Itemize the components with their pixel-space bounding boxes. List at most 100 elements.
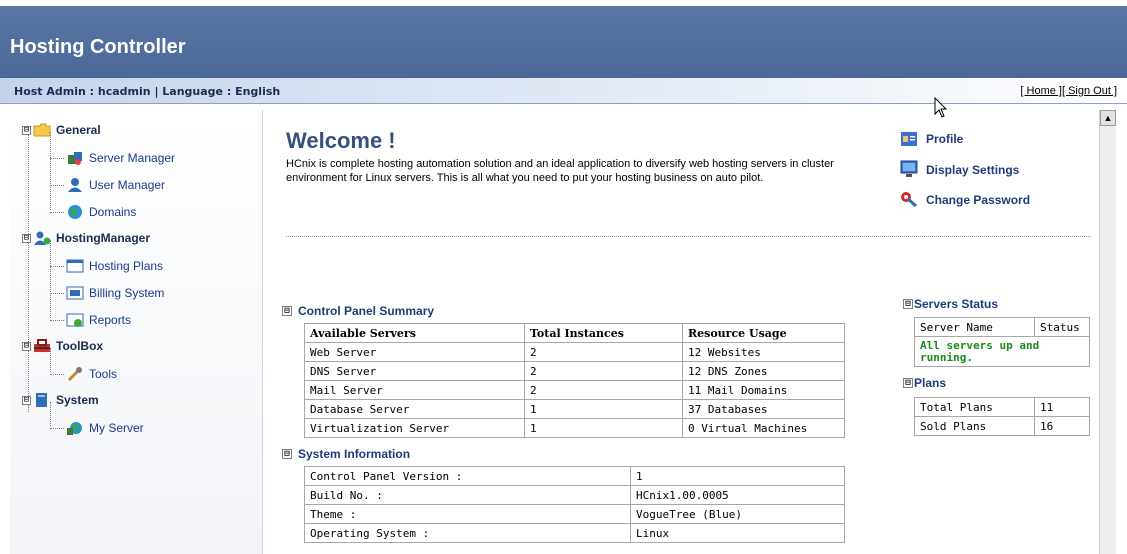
- hosting-manager-icon: [33, 230, 51, 246]
- tree-group-hostingmanager[interactable]: ⊟ HostingManager: [22, 230, 150, 246]
- tree-line: [28, 132, 29, 412]
- user-icon: [66, 177, 84, 193]
- table-cell: 37 Databases: [682, 399, 845, 419]
- sidebar-item-label: Tools: [89, 367, 118, 381]
- table-row: Sold Plans 16: [914, 416, 1090, 436]
- tree-line: [50, 320, 64, 321]
- table-row: Virtualization Server 1 0 Virtual Machin…: [304, 418, 845, 438]
- app-header: Hosting Controller: [0, 6, 1127, 78]
- table-cell: Operating System :: [304, 523, 631, 543]
- control-panel-summary-heading[interactable]: ⊟ Control Panel Summary: [282, 304, 434, 318]
- system-icon: [33, 392, 51, 408]
- top-links: [ Home ][ Sign Out ]: [1020, 85, 1117, 97]
- quick-link-label: Change Password: [926, 193, 1031, 207]
- table-row: Total Plans 11: [914, 397, 1090, 417]
- quick-link-label: Display Settings: [926, 163, 1020, 177]
- sidebar-item-label: Reports: [89, 313, 132, 327]
- intro-text: HCnix is complete hosting automation sol…: [286, 158, 834, 184]
- home-link[interactable]: [ Home ]: [1020, 85, 1062, 97]
- sidebar-item-billing-system[interactable]: Billing System: [66, 285, 164, 301]
- collapse-toggle[interactable]: ⊟: [22, 395, 31, 405]
- table-cell: 2: [524, 380, 683, 400]
- quick-link-change-password[interactable]: Change Password: [900, 192, 1031, 208]
- section-title: Control Panel Summary: [298, 304, 435, 318]
- table-row: Database Server 1 37 Databases: [304, 399, 845, 419]
- tree-group-label: ToolBox: [56, 339, 104, 353]
- section-title: System Information: [298, 447, 411, 461]
- quick-link-profile[interactable]: Profile: [900, 132, 963, 146]
- tree-line: [50, 212, 64, 213]
- reports-icon: [66, 312, 84, 328]
- user-info: Host Admin : hcadmin | Language : Englis…: [14, 85, 281, 98]
- collapse-toggle[interactable]: ⊟: [22, 125, 31, 135]
- main-content: Welcome ! HCnix is complete hosting auto…: [264, 110, 1099, 554]
- sidebar-item-tools[interactable]: Tools: [66, 366, 117, 382]
- table-cell: Database Server: [304, 399, 525, 419]
- table-cell: 12 DNS Zones: [682, 361, 845, 381]
- table-cell: 1: [630, 466, 845, 486]
- collapse-toggle[interactable]: ⊟: [22, 341, 31, 351]
- collapse-toggle[interactable]: ⊟: [22, 233, 31, 243]
- plans-heading[interactable]: ⊟ Plans: [903, 376, 946, 390]
- table-row: Operating System : Linux: [304, 523, 845, 543]
- key-icon: [900, 190, 918, 211]
- column-header: Total Instances: [524, 323, 683, 343]
- sidebar-item-label: Domains: [89, 205, 137, 219]
- table-cell: Mail Server: [304, 380, 525, 400]
- quick-link-display-settings[interactable]: Display Settings: [900, 160, 1020, 177]
- sidebar-item-server-manager[interactable]: Server Manager: [66, 150, 175, 166]
- control-panel-summary-table: Available Servers Total Instances Resour…: [304, 323, 845, 438]
- table-cell: VogueTree (Blue): [630, 504, 845, 524]
- table-cell: 1: [524, 418, 683, 438]
- collapse-toggle[interactable]: ⊟: [903, 378, 913, 388]
- page-title: Welcome !: [286, 128, 396, 153]
- table-cell: Build No. :: [304, 485, 631, 505]
- column-header: Server Name: [914, 317, 1035, 337]
- table-cell: 0 Virtual Machines: [682, 418, 845, 438]
- sidebar-item-label: User Manager: [89, 178, 166, 192]
- table-cell: 12 Websites: [682, 342, 845, 362]
- tree-line: [50, 293, 64, 294]
- table-row: Web Server 2 12 Websites: [304, 342, 845, 362]
- tree-line: [50, 374, 64, 375]
- vertical-scrollbar[interactable]: ▲: [1099, 110, 1116, 554]
- sidebar-item-hosting-plans[interactable]: Hosting Plans: [66, 258, 163, 274]
- window-icon: [66, 258, 84, 274]
- signout-link[interactable]: [ Sign Out ]: [1062, 85, 1117, 97]
- table-row: Server Name Status: [914, 317, 1090, 337]
- table-cell: 11 Mail Domains: [682, 380, 845, 400]
- monitor-icon: [900, 160, 918, 181]
- table-cell: DNS Server: [304, 361, 525, 381]
- table-row: Control Panel Version : 1: [304, 466, 845, 486]
- quick-link-label: Profile: [926, 132, 964, 146]
- my-server-icon: [66, 420, 84, 436]
- window-right-edge: [1116, 104, 1127, 554]
- collapse-toggle[interactable]: ⊟: [903, 299, 913, 309]
- tree-group-label: General: [56, 123, 101, 137]
- tree-line: [50, 240, 51, 318]
- sidebar-item-label: Hosting Plans: [89, 259, 164, 273]
- sidebar-item-reports[interactable]: Reports: [66, 312, 131, 328]
- sidebar-item-user-manager[interactable]: User Manager: [66, 177, 165, 193]
- table-row: All servers up and running.: [914, 336, 1090, 367]
- system-information-heading[interactable]: ⊟ System Information: [282, 447, 410, 461]
- table-cell: 16: [1034, 416, 1090, 436]
- plans-table: Total Plans 11 Sold Plans 16: [914, 397, 1090, 436]
- tree-group-toolbox[interactable]: ⊟ ToolBox: [22, 338, 103, 354]
- servers-status-table: Server Name Status All servers up and ru…: [914, 317, 1090, 367]
- table-cell: Control Panel Version :: [304, 466, 631, 486]
- tree-group-general[interactable]: ⊟ General: [22, 122, 101, 138]
- table-row: Theme : VogueTree (Blue): [304, 504, 845, 524]
- sidebar-item-my-server[interactable]: My Server: [66, 420, 144, 436]
- servers-status-heading[interactable]: ⊟ Servers Status: [903, 297, 998, 311]
- collapse-toggle[interactable]: ⊟: [282, 306, 292, 316]
- tree-line: [50, 266, 64, 267]
- scroll-up-arrow-icon[interactable]: ▲: [1100, 110, 1116, 126]
- tree-group-system[interactable]: ⊟ System: [22, 392, 99, 408]
- column-header: Available Servers: [304, 323, 525, 343]
- collapse-toggle[interactable]: ⊟: [282, 449, 292, 459]
- sidebar-item-domains[interactable]: Domains: [66, 204, 136, 220]
- status-message: All servers up and running.: [914, 336, 1090, 367]
- tools-icon: [66, 366, 84, 382]
- table-cell: Sold Plans: [914, 416, 1035, 436]
